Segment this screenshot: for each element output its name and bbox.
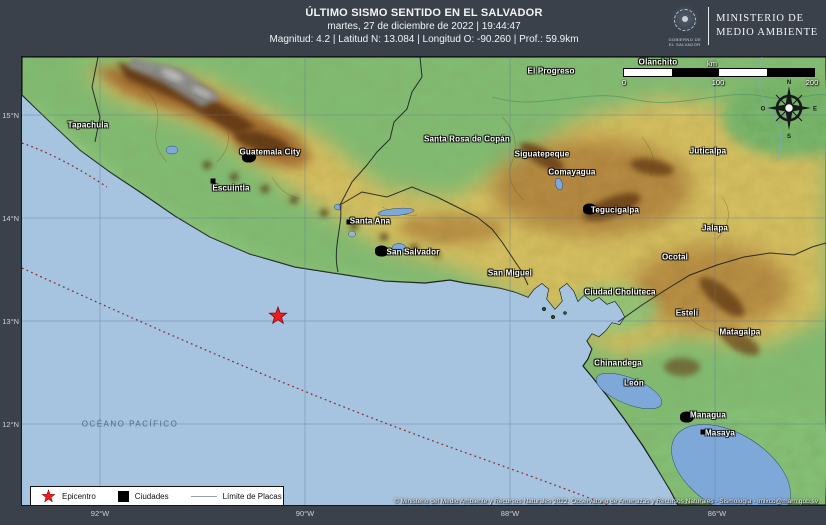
legend-label: Epicentro: [62, 492, 96, 501]
ministry-logo: GOBIERNO DE EL SALVADOR MINISTERIO DE ME…: [668, 5, 821, 47]
ministry-name: MINISTERIO DE MEDIO AMBIENTE: [716, 12, 821, 40]
compass-south-label: S: [787, 134, 791, 140]
compass-north-label: N: [787, 80, 791, 86]
legend-line-icon: [191, 496, 217, 497]
city-label: Santa Ana: [350, 217, 391, 226]
earthquake-map-page: ÚLTIMO SISMO SENTIDO EN EL SALVADOR mart…: [0, 0, 826, 525]
map: OCÉANO PACÍFICO km 0 100 200: [22, 57, 826, 505]
legend-item-cities: Ciudades: [118, 491, 169, 502]
epicenter-star-icon: [267, 305, 289, 327]
city-label: León: [624, 379, 644, 388]
city-label: San Miguel: [488, 269, 532, 278]
header: ÚLTIMO SISMO SENTIDO EN EL SALVADOR mart…: [0, 0, 826, 57]
legend-label: Ciudades: [135, 492, 169, 501]
legend-star-icon: [41, 489, 56, 504]
city-label: San Salvador: [386, 248, 439, 257]
legend-item-epicenter: Epicentro: [41, 489, 96, 504]
city-label: Siguatepeque: [515, 150, 570, 159]
compass-east-label: E: [813, 107, 817, 113]
scale-tick: 100: [712, 78, 725, 87]
latitude-tick-label: 14°N: [0, 214, 19, 223]
city-label: Santa Rosa de Copán: [424, 135, 510, 144]
topographic-basemap: [22, 57, 826, 505]
city-label: Tegucigalpa: [591, 206, 639, 215]
government-label: GOBIERNO DE EL SALVADOR: [668, 37, 701, 47]
city-label: Tapachula: [68, 121, 109, 130]
city-label: Jalapa: [702, 224, 728, 233]
latitude-tick-label: 12°N: [0, 420, 19, 429]
city-label: Matagalpa: [720, 328, 761, 337]
city-label: Masaya: [705, 429, 735, 438]
city-label: El Progreso: [527, 67, 574, 76]
city-label: Ocotal: [662, 253, 688, 262]
logo-divider: [708, 7, 709, 45]
ocean-label: OCÉANO PACÍFICO: [82, 420, 179, 429]
longitude-tick-label: 86°W: [708, 509, 726, 518]
city-label: Comayagua: [548, 168, 595, 177]
latitude-tick-label: 15°N: [0, 111, 19, 120]
city-label: Ciudad Choluteca: [584, 288, 655, 297]
legend-item-plate-boundary: Límite de Placas: [191, 492, 282, 501]
government-emblem: GOBIERNO DE EL SALVADOR: [668, 5, 701, 47]
city-label: Guatemala City: [239, 148, 300, 157]
el-salvador-seal-icon: [670, 5, 700, 35]
attribution: © Ministerio del Medio Ambiente y Recurs…: [394, 498, 818, 505]
longitude-tick-label: 88°W: [501, 509, 519, 518]
latitude-tick-label: 13°N: [0, 317, 19, 326]
compass-rose-icon: N S E O: [760, 76, 818, 140]
city-label: Juticalpa: [690, 147, 726, 156]
legend-city-icon: [118, 491, 129, 502]
legend: Epicentro Ciudades Límite de Placas: [30, 486, 284, 505]
longitude-tick-label: 92°W: [91, 509, 109, 518]
legend-label: Límite de Placas: [223, 492, 282, 501]
scale-unit: km: [707, 59, 717, 68]
city-label: Estelí: [676, 309, 699, 318]
compass-west-label: O: [761, 107, 766, 113]
longitude-tick-label: 90°W: [296, 509, 314, 518]
city-label: Managua: [690, 411, 726, 420]
scale-tick: 0: [622, 78, 626, 87]
city-label: Chinandega: [594, 359, 642, 368]
city-label: Escuintla: [212, 184, 249, 193]
